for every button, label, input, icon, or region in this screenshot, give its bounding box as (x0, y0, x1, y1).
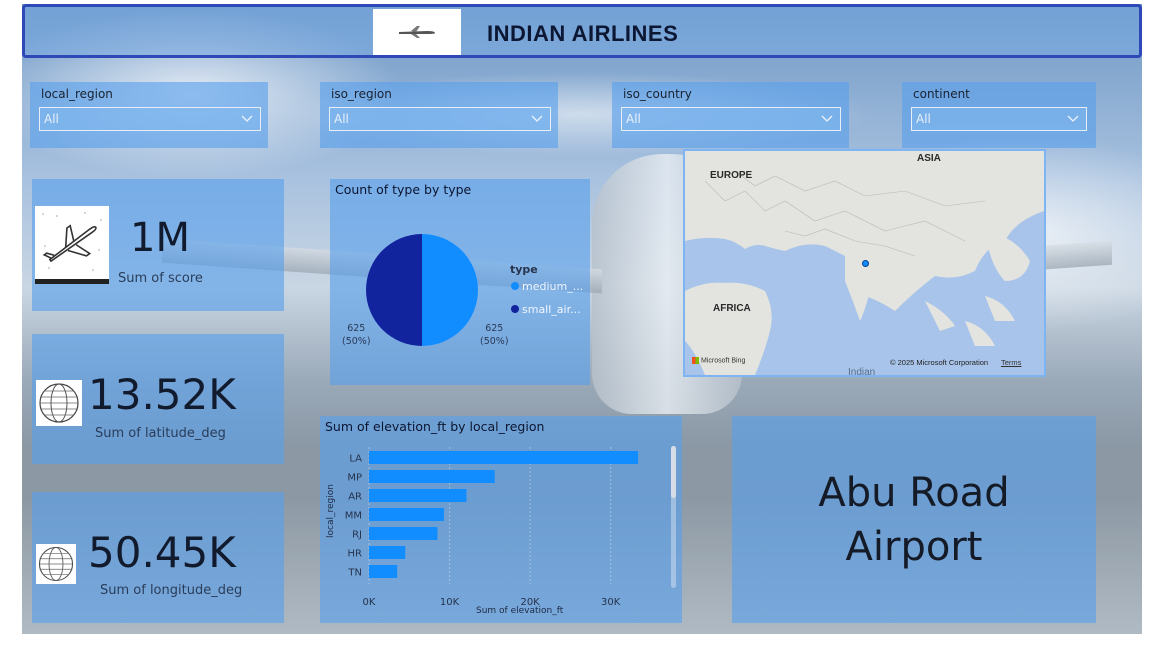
bar-RJ[interactable] (369, 527, 438, 540)
slicer-label: continent (913, 87, 970, 101)
y-tick-label: MM (345, 511, 362, 522)
legend-marker (511, 282, 519, 290)
x-tick-label: 10K (440, 597, 460, 608)
data-label: 625 (50%) (342, 323, 371, 347)
kpi-value: 50.45K (88, 528, 236, 577)
legend-marker (511, 305, 519, 313)
map-visual[interactable]: EUROPE ASIA AFRICA Indian Microsoft Bing… (683, 149, 1046, 377)
chevron-down-icon (1067, 115, 1079, 122)
page-title: INDIAN AIRLINES (487, 21, 679, 46)
kpi-card-longitude: 50.45K Sum of longitude_deg (32, 492, 284, 623)
map-data-point[interactable] (862, 260, 869, 267)
scrollbar[interactable] (671, 446, 676, 588)
kpi-value: 13.52K (88, 370, 236, 419)
slicer-dropdown[interactable]: All (911, 107, 1087, 131)
kpi-label: Sum of longitude_deg (100, 583, 243, 598)
legend-title: type (510, 263, 538, 276)
scrollbar-thumb[interactable] (671, 446, 676, 498)
bar-chart-visual[interactable]: Sum of elevation_ft by local_region 0K 10… (320, 416, 682, 623)
airport-card: Abu Road Airport (732, 416, 1096, 623)
y-tick-label: LA (349, 454, 362, 465)
terms-link[interactable]: Terms (1001, 358, 1021, 367)
x-tick-label: 0K (363, 597, 376, 608)
bar-MP[interactable] (369, 470, 495, 483)
bar-MM[interactable] (369, 508, 444, 521)
kpi-card-score: 1M Sum of score (32, 179, 284, 311)
airport-name: Abu Road Airport (818, 469, 1010, 570)
map-label-africa: AFRICA (713, 303, 751, 314)
pie-slice-0[interactable] (422, 234, 478, 346)
bar-TN[interactable] (369, 565, 398, 578)
y-tick-label: AR (348, 492, 362, 503)
chevron-down-icon (531, 115, 543, 122)
legend-item[interactable]: small_air... (511, 303, 581, 316)
map-label-asia: ASIA (917, 153, 941, 164)
report-canvas: INDIAN AIRLINES local_region All iso_reg… (22, 4, 1142, 634)
axis-title-x: Sum of elevation_ft (476, 606, 564, 616)
x-tick-label: 30K (601, 597, 621, 608)
kpi-label: Sum of score (118, 271, 203, 286)
slicer-label: iso_country (623, 87, 692, 101)
axis-title-y: local_region (326, 484, 336, 538)
legend-label: medium_... (522, 280, 584, 293)
y-tick-label: HR (348, 549, 363, 560)
kpi-value: 1M (130, 215, 190, 261)
y-tick-label: RJ (352, 530, 362, 541)
pie-chart-visual[interactable]: Count of type by type type medium_... sm… (330, 179, 590, 385)
bar-chart: 0K 10K 20K 30KLAMPARMMRJHRTN (345, 447, 639, 608)
airplane-sketch-icon (35, 206, 109, 284)
kpi-label: Sum of latitude_deg (95, 426, 226, 441)
legend-label: small_air... (522, 303, 581, 316)
slicer-value: All (916, 112, 931, 126)
slicer-continent[interactable]: continent All (902, 82, 1096, 148)
bar-AR[interactable] (369, 489, 467, 502)
airplane-icon (399, 26, 435, 38)
pie-slice-1[interactable] (366, 234, 422, 346)
slicer-local-region[interactable]: local_region All (30, 82, 268, 148)
slicer-iso-country[interactable]: iso_country All (612, 82, 849, 148)
data-label: 625 (50%) (480, 323, 509, 347)
map-attribution: © 2025 Microsoft Corporation (890, 358, 989, 367)
bar-HR[interactable] (369, 546, 406, 559)
globe-icon (36, 380, 82, 426)
slicer-dropdown[interactable]: All (621, 107, 841, 131)
slicer-label: iso_region (331, 87, 392, 101)
y-tick-label: MP (347, 473, 362, 484)
legend-item[interactable]: medium_... (511, 280, 583, 293)
map-label-indian-ocean: Indian (848, 367, 876, 377)
y-tick-label: TN (347, 568, 362, 579)
chevron-down-icon (241, 115, 253, 122)
bar-LA[interactable] (369, 451, 639, 464)
slicer-iso-region[interactable]: iso_region All (320, 82, 558, 148)
title-bar: INDIAN AIRLINES (22, 4, 1142, 58)
slicer-value: All (626, 112, 641, 126)
slicer-label: local_region (41, 87, 113, 101)
slicer-value: All (44, 112, 59, 126)
slicer-dropdown[interactable]: All (39, 107, 261, 131)
map-label-europe: EUROPE (710, 170, 753, 181)
slicer-dropdown[interactable]: All (329, 107, 551, 131)
kpi-card-latitude: 13.52K Sum of latitude_deg (32, 334, 284, 464)
microsoft-logo-icon (692, 357, 699, 364)
chevron-down-icon (821, 115, 833, 122)
globe-icon (36, 544, 76, 584)
slicer-value: All (334, 112, 349, 126)
logo (373, 9, 461, 55)
bing-logo: Microsoft Bing (692, 357, 745, 364)
